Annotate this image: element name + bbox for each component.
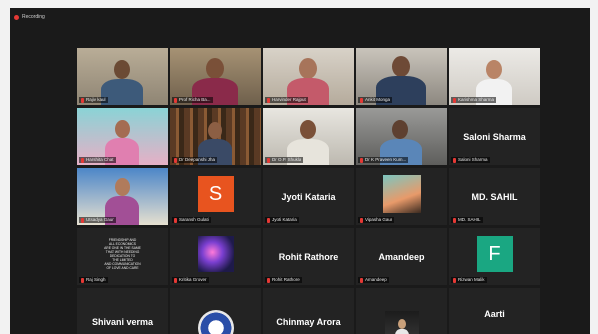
- participant-display-name: Rohit Rathore: [278, 251, 339, 262]
- name-label: Rohit Rathore: [265, 277, 302, 283]
- mic-muted-icon: [453, 157, 456, 163]
- name-label: Utsadya Gaur: [79, 217, 116, 223]
- participant-tile[interactable]: Chinmay Arora: [263, 288, 354, 334]
- participant-tile[interactable]: Utsadya Gaur: [77, 168, 168, 225]
- participant-tile[interactable]: Shivani verma: [77, 288, 168, 334]
- name-label: Dr Deepanshi Jha: [172, 157, 218, 163]
- participant-tile[interactable]: FRIENDSHIP AND ALL ECONOMICS ARE ONE IN TH…: [77, 228, 168, 285]
- participant-display-name: MD. SAHIL: [471, 191, 518, 202]
- name-label: Jyoti Kataria: [265, 217, 299, 223]
- name-label: Saransh Gulati: [172, 217, 211, 223]
- mic-muted-icon: [453, 217, 456, 223]
- record-dot-icon: [14, 14, 19, 20]
- name-label: Rajiv kaul: [79, 97, 108, 103]
- mic-muted-icon: [267, 157, 270, 163]
- mic-muted-icon: [81, 277, 84, 283]
- name-label: Harshita Chat: [79, 157, 116, 163]
- name-label: Saloni Sharma: [451, 157, 490, 163]
- profile-photo: [382, 174, 421, 213]
- profile-photo: [197, 309, 234, 334]
- participant-display-name: Saloni Sharma: [463, 131, 526, 142]
- name-label: Ankit Monga: [358, 97, 393, 103]
- participant-tile[interactable]: Amandeep Amandeep: [356, 228, 447, 285]
- participant-tile[interactable]: Rohit Rathore Rohit Rathore: [263, 228, 354, 285]
- mic-muted-icon: [360, 217, 363, 223]
- participant-tile[interactable]: Kritika Grover: [170, 228, 261, 285]
- participant-tile[interactable]: Dr K Praveen Kum...: [356, 108, 447, 165]
- mic-muted-icon: [174, 217, 177, 223]
- participant-gallery: Rajiv kaul Prof Richa Ba... Harvinder Ra…: [77, 48, 540, 334]
- mic-muted-icon: [174, 97, 177, 103]
- recording-label: Recording: [22, 14, 45, 20]
- name-label: Vipasha Gaur: [358, 217, 395, 223]
- profile-photo: [197, 235, 234, 272]
- name-label: Dr K Praveen Kum...: [358, 157, 409, 163]
- participant-tile[interactable]: Ankit Monga: [356, 48, 447, 105]
- mic-muted-icon: [174, 157, 177, 163]
- name-label: Dr O.P. Shukla: [265, 157, 304, 163]
- recording-indicator: Recording: [14, 14, 45, 20]
- mic-muted-icon: [360, 97, 363, 103]
- avatar: S: [197, 176, 234, 213]
- participant-tile[interactable]: [170, 288, 261, 334]
- name-label: Raj Singh: [79, 277, 108, 283]
- participant-tile[interactable]: Saloni Sharma Saloni Sharma: [449, 108, 540, 165]
- participant-tile[interactable]: Harshita Chat: [77, 108, 168, 165]
- mic-muted-icon: [81, 217, 84, 223]
- name-label: Harvinder Rajput: [265, 97, 308, 103]
- participant-tile[interactable]: Dr O.P. Shukla: [263, 108, 354, 165]
- participant-tile[interactable]: [356, 288, 447, 334]
- name-label: MD. SAHIL: [451, 217, 483, 223]
- participant-tile[interactable]: Prof Richa Ba...: [170, 48, 261, 105]
- participant-display-name: Amandeep: [378, 251, 425, 262]
- participant-display-name: Aarti: [484, 308, 505, 319]
- mic-muted-icon: [267, 217, 270, 223]
- name-label: Karishma Sharma: [451, 97, 497, 103]
- profile-photo: [384, 310, 419, 334]
- participant-tile[interactable]: Dr Deepanshi Jha: [170, 108, 261, 165]
- mic-muted-icon: [174, 277, 177, 283]
- participant-tile[interactable]: MD. SAHIL MD. SAHIL: [449, 168, 540, 225]
- participant-tile[interactable]: F Rizwan Malik: [449, 228, 540, 285]
- participant-display-name: Jyoti Kataria: [281, 191, 336, 202]
- mic-muted-icon: [267, 97, 270, 103]
- mic-muted-icon: [81, 157, 84, 163]
- participant-tile[interactable]: Harvinder Rajput: [263, 48, 354, 105]
- participant-tile[interactable]: S Saransh Gulati: [170, 168, 261, 225]
- mic-muted-icon: [267, 277, 270, 283]
- name-label: Rizwan Malik: [451, 277, 487, 283]
- participant-tile[interactable]: Rajiv kaul: [77, 48, 168, 105]
- name-label: Amandeep: [358, 277, 389, 283]
- participant-display-name: Chinmay Arora: [276, 317, 341, 328]
- participant-tile[interactable]: Vipasha Gaur: [356, 168, 447, 225]
- participant-tile[interactable]: Aarti: [449, 288, 540, 334]
- participant-tile[interactable]: Jyoti Kataria Jyoti Kataria: [263, 168, 354, 225]
- avatar: F: [476, 236, 513, 273]
- mic-muted-icon: [360, 157, 363, 163]
- participant-display-name: Shivani verma: [91, 317, 154, 328]
- mic-muted-icon: [81, 97, 84, 103]
- name-label: Prof Richa Ba...: [172, 97, 213, 103]
- meeting-window: Recording Rajiv kaul Prof Richa Ba... Ha…: [10, 8, 590, 334]
- name-label: Kritika Grover: [172, 277, 209, 283]
- participant-tile-active-speaker[interactable]: Karishma Sharma: [449, 48, 540, 105]
- mic-muted-icon: [453, 97, 456, 103]
- profile-poster: FRIENDSHIP AND ALL ECONOMICS ARE ONE IN TH…: [104, 237, 141, 270]
- mic-muted-icon: [453, 277, 456, 283]
- mic-muted-icon: [360, 277, 363, 283]
